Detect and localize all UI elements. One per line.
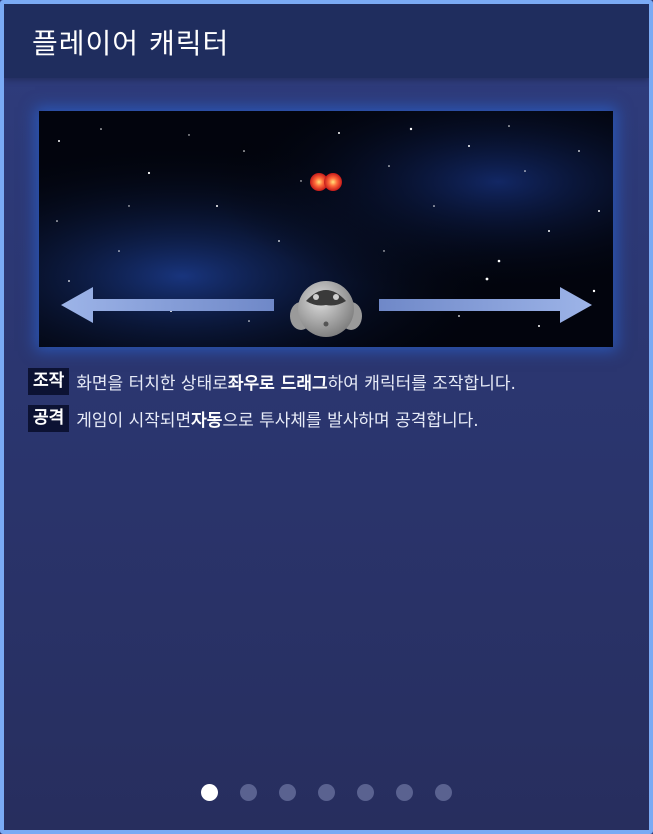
- panel-header: 플레이어 캐릭터: [4, 4, 649, 78]
- attack-tag: 공격: [28, 404, 70, 432]
- pagination-dot-7[interactable]: [435, 784, 452, 801]
- pagination-dot-4[interactable]: [318, 784, 335, 801]
- pagination-dot-2[interactable]: [240, 784, 257, 801]
- pagination-dots: [4, 784, 649, 804]
- tutorial-panel: 플레이어 캐릭터 조작 화면을 터치한 상태로 좌우로 드래그 하여 캐릭터를 …: [0, 0, 653, 834]
- pagination-dot-6[interactable]: [396, 784, 413, 801]
- control-tag: 조작: [28, 367, 70, 395]
- instruction-emphasis: 좌우로 드래그: [227, 373, 328, 394]
- pagination-dot-3[interactable]: [279, 784, 296, 801]
- instruction-text: 화면을 터치한 상태로: [76, 373, 228, 394]
- gameplay-illustration: [39, 111, 613, 347]
- pagination-dot-5[interactable]: [357, 784, 374, 801]
- instruction-text: 게임이 시작되면: [76, 410, 192, 431]
- instruction-text: 하여 캐릭터를 조작합니다.: [327, 373, 516, 394]
- page-title: 플레이어 캐릭터: [32, 27, 230, 60]
- pagination-dot-1[interactable]: [201, 784, 218, 801]
- gameplay-preview: [39, 111, 613, 347]
- instruction-text: 으로 투사체를 발사하며 공격합니다.: [222, 410, 479, 431]
- instruction-attack: 공격 게임이 시작되면 자동 으로 투사체를 발사하며 공격합니다.: [28, 404, 479, 432]
- instruction-emphasis: 자동: [191, 410, 223, 431]
- instruction-control: 조작 화면을 터치한 상태로 좌우로 드래그 하여 캐릭터를 조작합니다.: [28, 367, 516, 395]
